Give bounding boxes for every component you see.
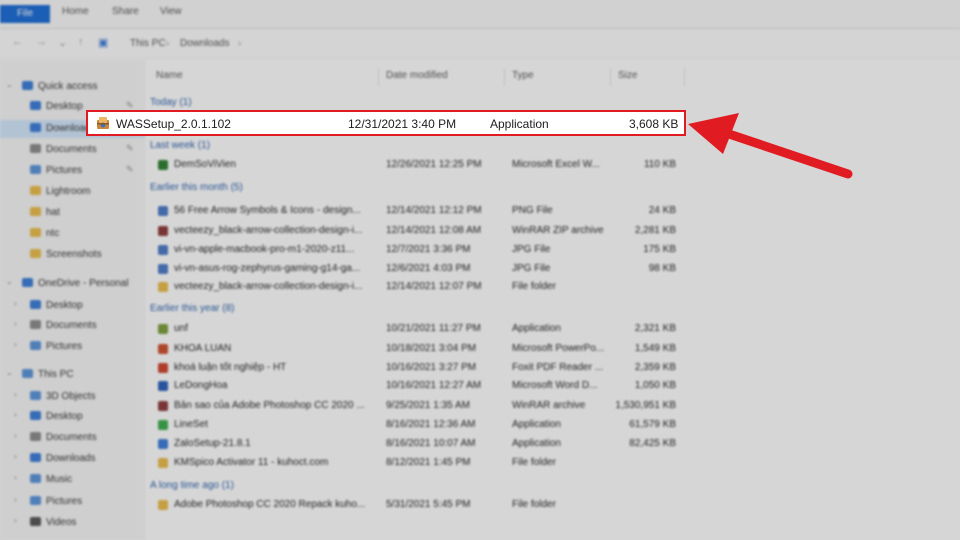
red-arrow-icon	[688, 113, 853, 179]
